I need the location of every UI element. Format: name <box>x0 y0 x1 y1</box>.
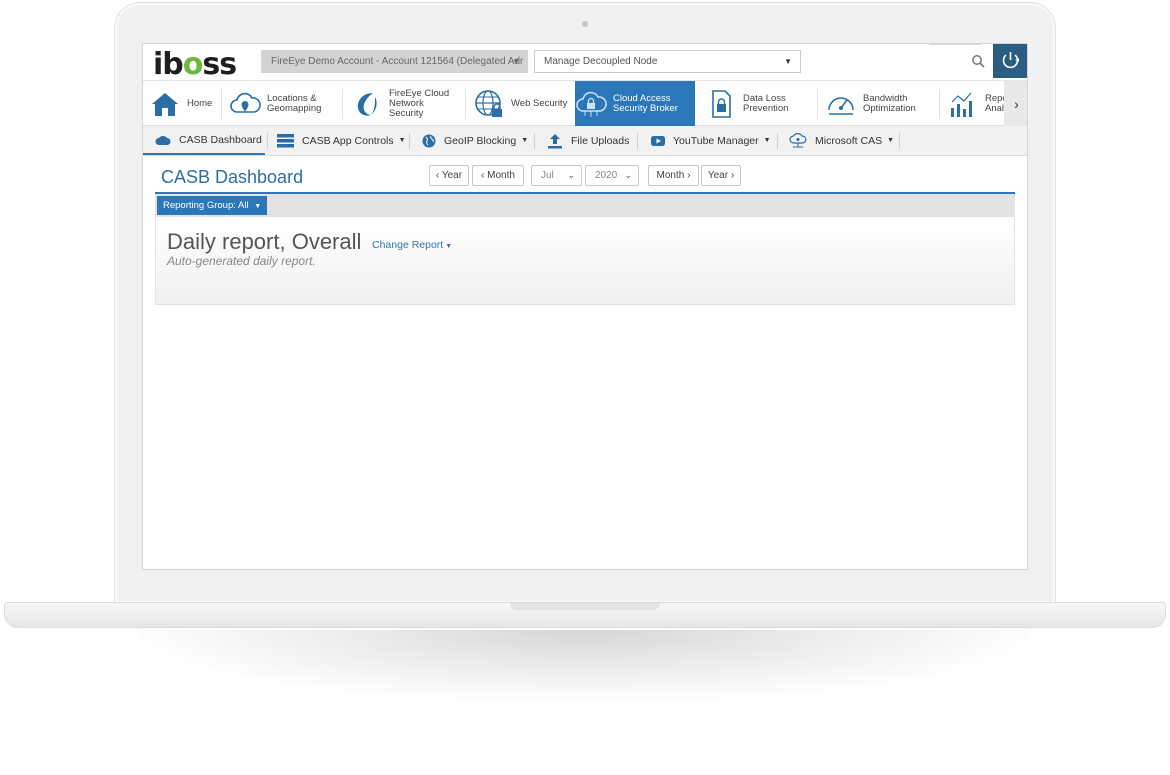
document-lock-icon <box>712 89 731 118</box>
node-selector[interactable]: Manage Decoupled Node ▼ <box>534 50 801 73</box>
tab-microsoft-cas[interactable]: Microsoft CAS ▼ <box>789 126 894 155</box>
subnav-divider <box>409 133 410 149</box>
upload-icon <box>548 133 562 148</box>
chart-icon <box>951 92 972 117</box>
camera-dot <box>582 21 588 27</box>
nav-item-web-security[interactable]: Web Security <box>473 81 575 126</box>
cloud-pin-icon <box>230 92 261 113</box>
tab-casb-dashboard[interactable]: CASB Dashboard <box>143 126 265 155</box>
main-navigation: Home Locations & Geomapping FireEye Clou… <box>143 80 1027 126</box>
tab-geoip-blocking[interactable]: GeoIP Blocking ▼ <box>422 126 528 155</box>
chevron-down-icon: ⌄ <box>624 170 632 180</box>
nav-item-locations[interactable]: Locations & Geomapping <box>229 81 341 126</box>
cloud-icon <box>155 135 171 145</box>
month-select[interactable]: Jul ⌄ <box>531 165 582 186</box>
youtube-icon <box>651 135 665 146</box>
nav-scroll-right-button[interactable]: › <box>1004 81 1027 126</box>
prev-year-button[interactable]: ‹ Year <box>429 165 469 186</box>
caret-down-icon: ▼ <box>887 137 895 144</box>
caret-down-icon: ▼ <box>254 203 262 210</box>
nav-item-casb[interactable]: Cloud Access Security Broker <box>575 81 695 126</box>
account-selector[interactable]: FireEye Demo Account - Account 121564 (D… <box>261 50 528 73</box>
chevron-left-icon: ‹ <box>481 170 485 181</box>
power-icon <box>1002 52 1019 69</box>
iboss-logo: iboss <box>153 47 237 82</box>
report-title: Daily report, Overall <box>167 229 362 254</box>
laptop-mockup: iboss FireEye Demo Account - Account 121… <box>0 0 1170 775</box>
nav-item-reports[interactable]: Repo Analy <box>947 81 1004 126</box>
year-select[interactable]: 2020 ⌄ <box>585 165 639 186</box>
cloud-lock-icon <box>576 91 607 117</box>
page-title: CASB Dashboard <box>161 167 304 187</box>
change-report-link[interactable]: Change Report ▼ <box>372 239 452 251</box>
logout-button[interactable] <box>993 44 1027 78</box>
caret-down-icon: ▼ <box>398 137 406 144</box>
cloud-network-icon <box>789 132 807 147</box>
nav-divider <box>342 89 343 119</box>
caret-down-icon: ▼ <box>784 57 792 66</box>
nav-item-bandwidth[interactable]: Bandwidth Optimization <box>825 81 937 126</box>
caret-down-icon: ▼ <box>512 57 520 66</box>
caret-down-icon: ▼ <box>763 137 771 144</box>
chevron-down-icon: ⌄ <box>567 170 575 180</box>
gauge-icon <box>828 96 854 115</box>
top-bar: iboss FireEye Demo Account - Account 121… <box>143 44 1027 82</box>
chevron-right-icon: › <box>730 170 735 181</box>
sub-navigation: CASB Dashboard CASB App Controls▼ GeoIP <box>143 126 1027 156</box>
nav-divider <box>817 89 818 119</box>
globe-icon <box>422 134 436 147</box>
chevron-left-icon: ‹ <box>435 170 440 181</box>
tab-youtube-manager[interactable]: YouTube Manager ▼ <box>651 126 771 155</box>
nav-item-dlp[interactable]: Data Loss Prevention <box>705 81 817 126</box>
home-icon <box>152 92 178 116</box>
reporting-group-dropdown[interactable]: Reporting Group: All ▼ <box>157 196 268 215</box>
nav-divider <box>221 89 222 119</box>
subnav-divider <box>899 133 900 149</box>
laptop-shadow <box>140 630 1030 700</box>
nav-divider <box>939 89 940 119</box>
prev-month-button[interactable]: ‹ Month <box>472 165 524 186</box>
subnav-divider <box>534 133 535 149</box>
search-icon[interactable] <box>971 54 985 68</box>
globe-lock-icon <box>475 89 502 117</box>
report-panel: Daily report, Overall Change Report ▼ Aut… <box>155 217 1015 305</box>
report-subtitle: Auto-generated daily report. <box>167 254 316 268</box>
caret-down-icon: ▼ <box>445 243 453 250</box>
search-divider <box>929 44 981 45</box>
tab-casb-app-controls[interactable]: CASB App Controls ▼ <box>277 126 406 155</box>
subnav-divider <box>777 133 778 149</box>
app-screen: iboss FireEye Demo Account - Account 121… <box>142 43 1028 570</box>
nav-item-home[interactable]: Home <box>149 81 239 126</box>
caret-down-icon: ▼ <box>521 137 529 144</box>
next-month-button[interactable]: Month › <box>648 165 699 186</box>
chevron-right-icon: › <box>687 170 691 181</box>
nav-divider <box>465 89 466 119</box>
subnav-divider <box>267 133 268 149</box>
laptop-notch <box>510 603 660 610</box>
fireeye-icon <box>357 92 377 116</box>
nav-item-fireeye[interactable]: FireEye Cloud Network Security <box>351 81 463 126</box>
tab-file-uploads[interactable]: File Uploads <box>547 126 629 155</box>
reporting-group-bar: Reporting Group: All ▼ <box>155 194 1015 217</box>
chevron-right-icon: › <box>1014 95 1019 112</box>
subnav-divider <box>637 133 638 149</box>
next-year-button[interactable]: Year › <box>701 165 741 186</box>
server-icon <box>277 133 294 147</box>
